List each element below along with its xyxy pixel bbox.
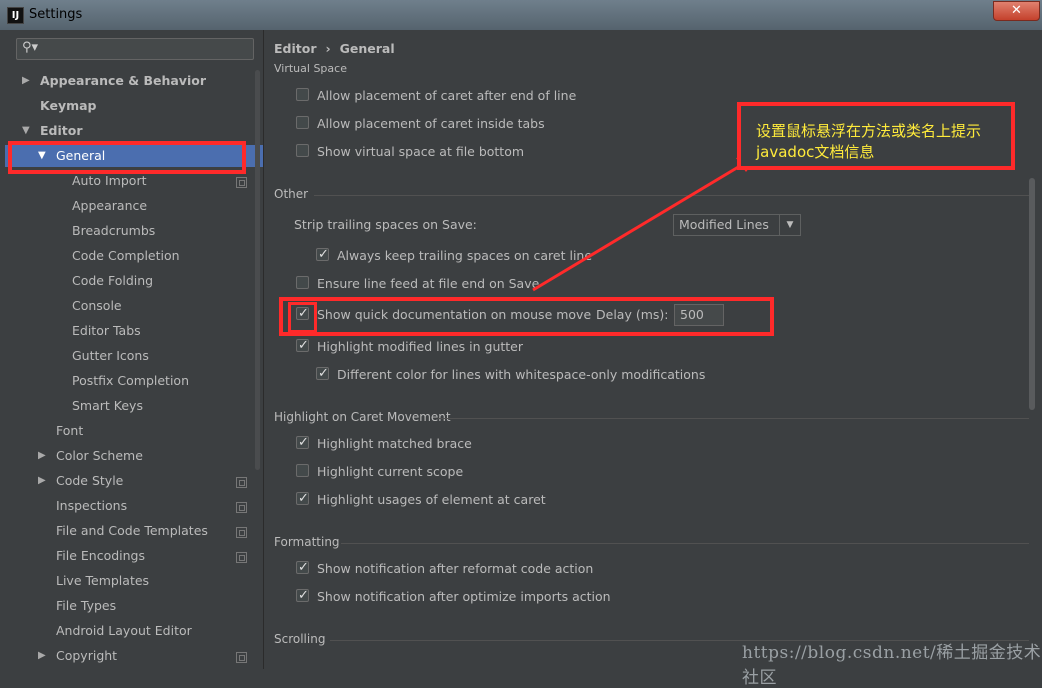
annotation-text: 设置鼠标悬浮在方法或类名上提示 javadoc文档信息 — [756, 122, 982, 161]
watermark: https://blog.csdn.net/稀土掘金技术社区 — [742, 643, 1042, 688]
annotation-callout: 设置鼠标悬浮在方法或类名上提示 javadoc文档信息 — [737, 102, 1015, 170]
annotation-arrow — [532, 154, 760, 292]
